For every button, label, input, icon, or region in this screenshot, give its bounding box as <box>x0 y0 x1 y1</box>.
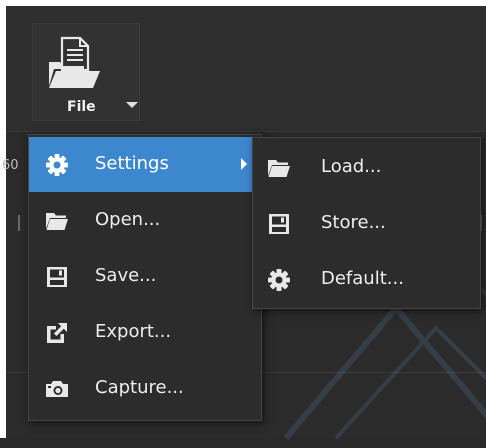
folder-icon <box>45 209 69 233</box>
submenu-item-label: Default... <box>321 268 404 289</box>
menu-item-label: Save... <box>95 265 157 286</box>
file-menu-button[interactable]: File <box>32 23 140 121</box>
menu-item-export[interactable]: Export... <box>29 305 261 360</box>
floppy-disk-icon <box>45 265 69 289</box>
file-folder-icon <box>46 36 104 90</box>
caret-down-icon[interactable] <box>126 102 138 108</box>
submenu-item-store[interactable]: Store... <box>253 196 480 251</box>
menu-item-label: Capture... <box>95 377 184 398</box>
menu-item-open[interactable]: Open... <box>29 193 261 248</box>
menu-item-save[interactable]: Save... <box>29 249 261 304</box>
gear-icon <box>267 268 291 292</box>
submenu-item-label: Load... <box>321 156 382 177</box>
folder-icon <box>267 156 291 180</box>
settings-submenu: Load... Store... Default... <box>252 137 481 309</box>
background-text: 60 <box>2 158 19 173</box>
file-dropdown-menu: Settings Open... Save... Export... Captu… <box>28 134 262 421</box>
submenu-item-load[interactable]: Load... <box>253 140 480 195</box>
floppy-disk-icon <box>267 212 291 236</box>
file-button-label: File <box>67 99 96 115</box>
submenu-arrow-icon <box>241 158 247 170</box>
camera-icon <box>45 377 69 401</box>
menu-item-label: Export... <box>95 321 172 342</box>
gear-icon <box>45 153 69 177</box>
submenu-item-default[interactable]: Default... <box>253 252 480 307</box>
toolbar-divider <box>6 131 486 132</box>
menu-item-label: Open... <box>95 209 161 230</box>
menu-item-label: Settings <box>95 153 169 174</box>
submenu-item-label: Store... <box>321 212 386 233</box>
export-icon <box>45 321 69 345</box>
menu-item-capture[interactable]: Capture... <box>29 361 261 416</box>
menu-item-settings[interactable]: Settings <box>29 137 261 192</box>
background-tick <box>18 215 20 231</box>
